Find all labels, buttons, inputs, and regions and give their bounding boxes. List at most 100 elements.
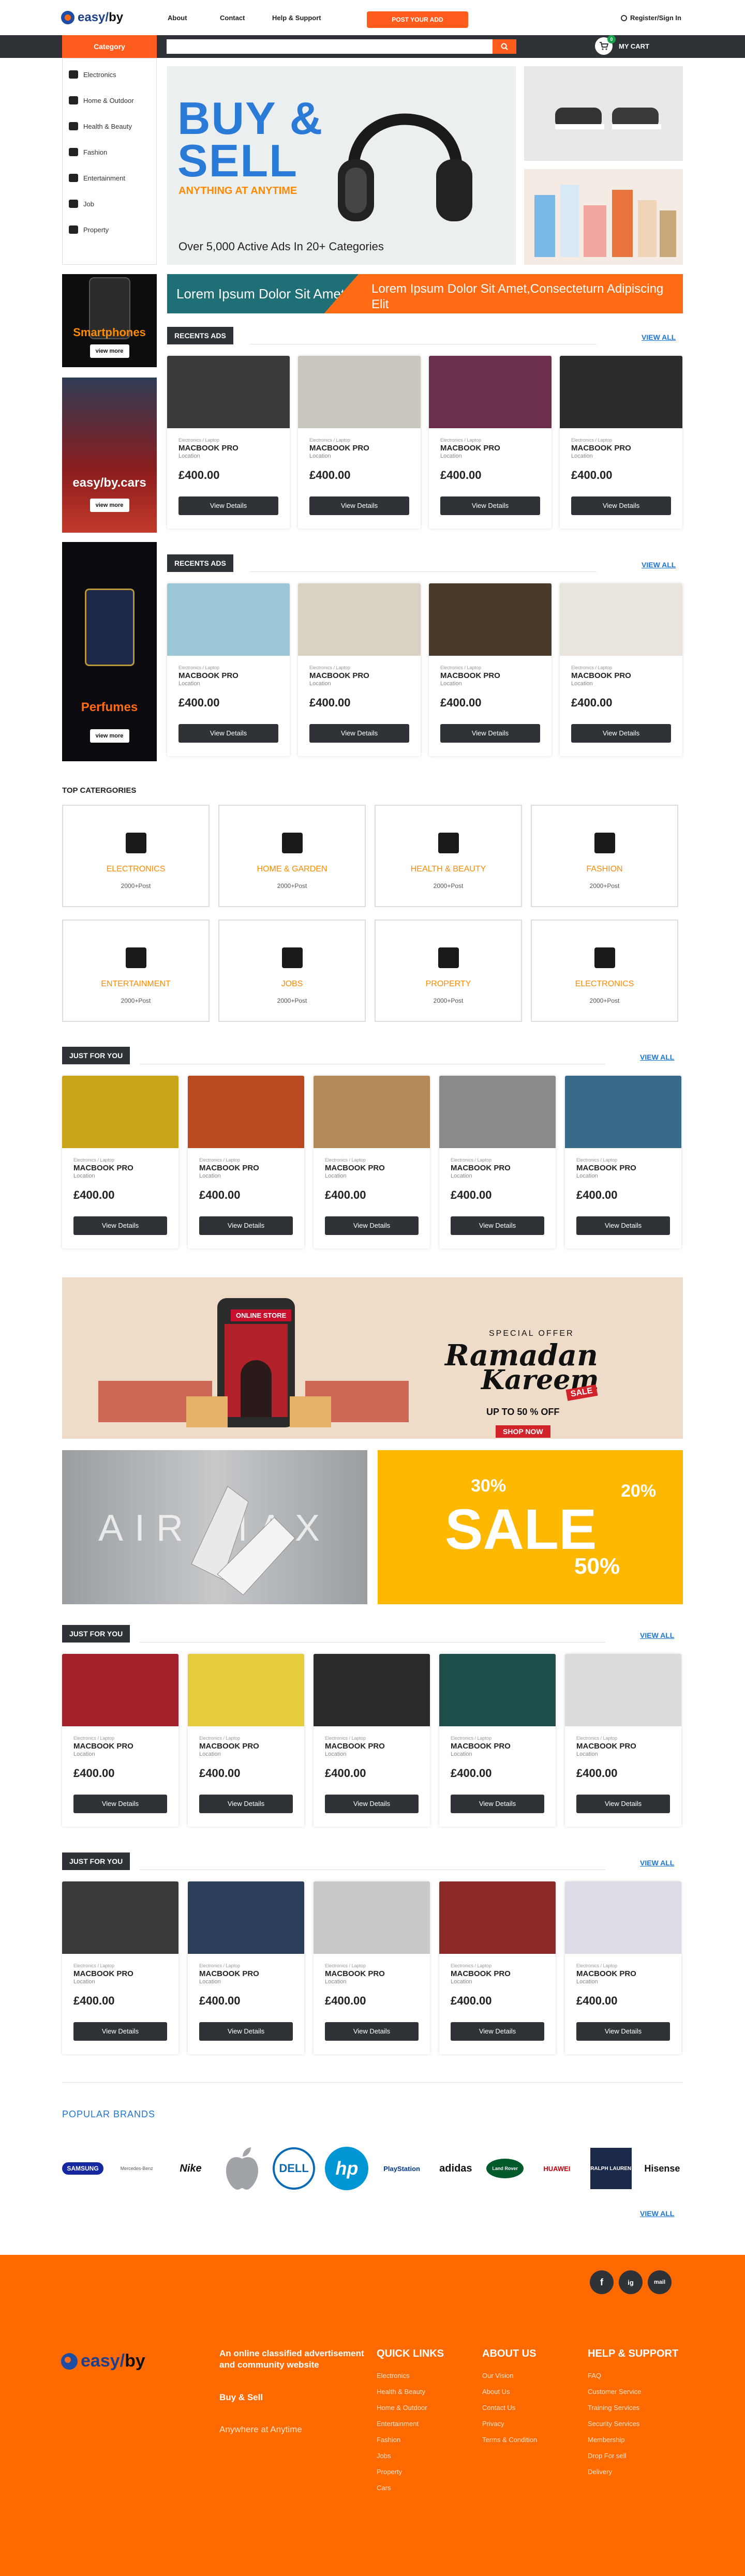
view-details-button[interactable]: View Details bbox=[571, 496, 671, 515]
view-details-button[interactable]: View Details bbox=[440, 724, 540, 743]
cosmetics-banner[interactable] bbox=[524, 169, 683, 265]
view-details-button[interactable]: View Details bbox=[451, 1216, 544, 1235]
footer-help-link[interactable]: Training Services bbox=[588, 2400, 641, 2416]
sidebar-item-health[interactable]: Health & Beauty bbox=[63, 113, 156, 139]
footer-quick-link[interactable]: Cars bbox=[377, 2480, 427, 2496]
sidebar-item-electronics[interactable]: Electronics bbox=[63, 62, 156, 87]
view-details-button[interactable]: View Details bbox=[309, 724, 409, 743]
product-card[interactable]: Electronics / Laptop MACBOOK PRO Location £… bbox=[62, 1654, 178, 1827]
product-card[interactable]: Electronics / Laptop MACBOOK PRO Location £… bbox=[188, 1654, 304, 1827]
view-details-button[interactable]: View Details bbox=[309, 496, 409, 515]
view-details-button[interactable]: View Details bbox=[576, 2022, 670, 2041]
sale-banner[interactable]: SALE 30% 20% 50% bbox=[378, 1450, 683, 1604]
footer-about-link[interactable]: Privacy bbox=[482, 2416, 537, 2432]
footer-help-link[interactable]: Delivery bbox=[588, 2464, 641, 2480]
view-details-button[interactable]: View Details bbox=[576, 1216, 670, 1235]
view-details-button[interactable]: View Details bbox=[571, 724, 671, 743]
brand-samsung[interactable]: SAMSUNG bbox=[62, 2162, 103, 2175]
footer-help-link[interactable]: Drop For sell bbox=[588, 2448, 641, 2464]
brand-hisense[interactable]: Hisense bbox=[642, 2163, 683, 2174]
search-input[interactable] bbox=[167, 39, 493, 54]
view-details-button[interactable]: View Details bbox=[451, 1795, 544, 1813]
product-card[interactable]: Electronics / Laptop MACBOOK PRO Location £… bbox=[560, 356, 682, 529]
footer-about-link[interactable]: About Us bbox=[482, 2384, 537, 2400]
product-card[interactable]: Electronics / Laptop MACBOOK PRO Location £… bbox=[62, 1881, 178, 2054]
view-details-button[interactable]: View Details bbox=[73, 2022, 167, 2041]
product-card[interactable]: Electronics / Laptop MACBOOK PRO Location £… bbox=[314, 1881, 430, 2054]
view-more-button[interactable]: view more bbox=[90, 729, 129, 743]
category-tile[interactable]: HEALTH & BEAUTY 2000+Post bbox=[375, 805, 522, 907]
view-all-link[interactable]: VIEW ALL bbox=[640, 1859, 674, 1867]
category-button[interactable]: Category bbox=[62, 35, 157, 58]
view-all-link[interactable]: VIEW ALL bbox=[642, 561, 676, 569]
product-card[interactable]: Electronics / Laptop MACBOOK PRO Location £… bbox=[298, 583, 421, 756]
footer-quick-link[interactable]: Health & Beauty bbox=[377, 2384, 427, 2400]
product-card[interactable]: Electronics / Laptop MACBOOK PRO Location £… bbox=[188, 1076, 304, 1248]
product-card[interactable]: Electronics / Laptop MACBOOK PRO Location £… bbox=[429, 356, 552, 529]
product-card[interactable]: Electronics / Laptop MACBOOK PRO Location £… bbox=[167, 583, 290, 756]
view-details-button[interactable]: View Details bbox=[199, 1216, 293, 1235]
footer-help-link[interactable]: Security Services bbox=[588, 2416, 641, 2432]
footer-about-link[interactable]: Our Vision bbox=[482, 2368, 537, 2384]
air-max-banner[interactable]: AIR MAX bbox=[62, 1450, 367, 1604]
view-details-button[interactable]: View Details bbox=[325, 1795, 419, 1813]
footer-quick-link[interactable]: Jobs bbox=[377, 2448, 427, 2464]
view-details-button[interactable]: View Details bbox=[325, 2022, 419, 2041]
facebook-icon[interactable]: f bbox=[590, 2270, 614, 2294]
sidebar-item-home[interactable]: Home & Outdoor bbox=[63, 87, 156, 113]
sidebar-item-entertainment[interactable]: Entertainment bbox=[63, 165, 156, 191]
product-card[interactable]: Electronics / Laptop MACBOOK PRO Location £… bbox=[298, 356, 421, 529]
view-details-button[interactable]: View Details bbox=[440, 496, 540, 515]
promo-perfumes[interactable]: Perfumes view more bbox=[62, 542, 157, 761]
footer-quick-link[interactable]: Entertainment bbox=[377, 2416, 427, 2432]
brand-landrover[interactable]: Land Rover bbox=[486, 2159, 524, 2178]
shop-now-button[interactable]: SHOP NOW bbox=[496, 1425, 550, 1438]
site-logo[interactable]: easy/by bbox=[61, 8, 123, 27]
view-details-button[interactable]: View Details bbox=[178, 496, 278, 515]
nav-contact[interactable]: Contact bbox=[220, 14, 272, 22]
footer-about-link[interactable]: Contact Us bbox=[482, 2400, 537, 2416]
view-details-button[interactable]: View Details bbox=[73, 1795, 167, 1813]
view-details-button[interactable]: View Details bbox=[199, 2022, 293, 2041]
cart-button[interactable]: 0 MY CART bbox=[595, 35, 649, 55]
product-card[interactable]: Electronics / Laptop MACBOOK PRO Location £… bbox=[439, 1881, 556, 2054]
view-all-link[interactable]: VIEW ALL bbox=[640, 2209, 674, 2218]
view-more-button[interactable]: view more bbox=[90, 499, 129, 512]
category-tile[interactable]: FASHION 2000+Post bbox=[531, 805, 678, 907]
footer-quick-link[interactable]: Home & Outdoor bbox=[377, 2400, 427, 2416]
view-details-button[interactable]: View Details bbox=[178, 724, 278, 743]
category-tile[interactable]: ELECTRONICS 2000+Post bbox=[62, 805, 210, 907]
footer-help-link[interactable]: FAQ bbox=[588, 2368, 641, 2384]
brand-apple[interactable] bbox=[221, 2146, 263, 2191]
product-card[interactable]: Electronics / Laptop MACBOOK PRO Location £… bbox=[560, 583, 682, 756]
category-tile[interactable]: ENTERTAINMENT 2000+Post bbox=[62, 920, 210, 1022]
nav-about[interactable]: About bbox=[168, 14, 220, 22]
brand-huawei[interactable]: HUAWEI bbox=[533, 2165, 580, 2173]
category-tile[interactable]: ELECTRONICS 2000+Post bbox=[531, 920, 678, 1022]
nav-help[interactable]: Help & Support bbox=[272, 14, 321, 22]
brand-dell[interactable]: DELL bbox=[273, 2147, 316, 2190]
brand-mercedes[interactable]: Mercedes-Benz bbox=[113, 2166, 160, 2171]
promo-smartphones[interactable]: Smartphones view more bbox=[62, 274, 157, 367]
view-details-button[interactable]: View Details bbox=[451, 2022, 544, 2041]
view-more-button[interactable]: view more bbox=[90, 344, 129, 358]
sidebar-item-property[interactable]: Property bbox=[63, 217, 156, 243]
view-all-link[interactable]: VIEW ALL bbox=[640, 1053, 674, 1061]
category-tile[interactable]: JOBS 2000+Post bbox=[218, 920, 366, 1022]
signin-link[interactable]: Register/Sign In bbox=[621, 14, 681, 22]
brand-nike[interactable]: Nike bbox=[170, 2163, 212, 2175]
product-card[interactable]: Electronics / Laptop MACBOOK PRO Location £… bbox=[439, 1076, 556, 1248]
brand-adidas[interactable]: adidas bbox=[435, 2163, 476, 2175]
product-card[interactable]: Electronics / Laptop MACBOOK PRO Location £… bbox=[429, 583, 552, 756]
sneakers-banner[interactable] bbox=[524, 66, 683, 161]
product-card[interactable]: Electronics / Laptop MACBOOK PRO Location £… bbox=[565, 1654, 681, 1827]
hero-banner[interactable]: BUY & SELL ANYTHING AT ANYTIME Over 5,000… bbox=[167, 66, 516, 265]
mail-icon[interactable]: mail bbox=[648, 2270, 672, 2294]
product-card[interactable]: Electronics / Laptop MACBOOK PRO Location £… bbox=[188, 1881, 304, 2054]
product-card[interactable]: Electronics / Laptop MACBOOK PRO Location £… bbox=[167, 356, 290, 529]
view-details-button[interactable]: View Details bbox=[576, 1795, 670, 1813]
product-card[interactable]: Electronics / Laptop MACBOOK PRO Location £… bbox=[565, 1881, 681, 2054]
view-details-button[interactable]: View Details bbox=[325, 1216, 419, 1235]
promo-cars[interactable]: easy/by.cars view more bbox=[62, 378, 157, 533]
instagram-icon[interactable]: ig bbox=[619, 2270, 643, 2294]
